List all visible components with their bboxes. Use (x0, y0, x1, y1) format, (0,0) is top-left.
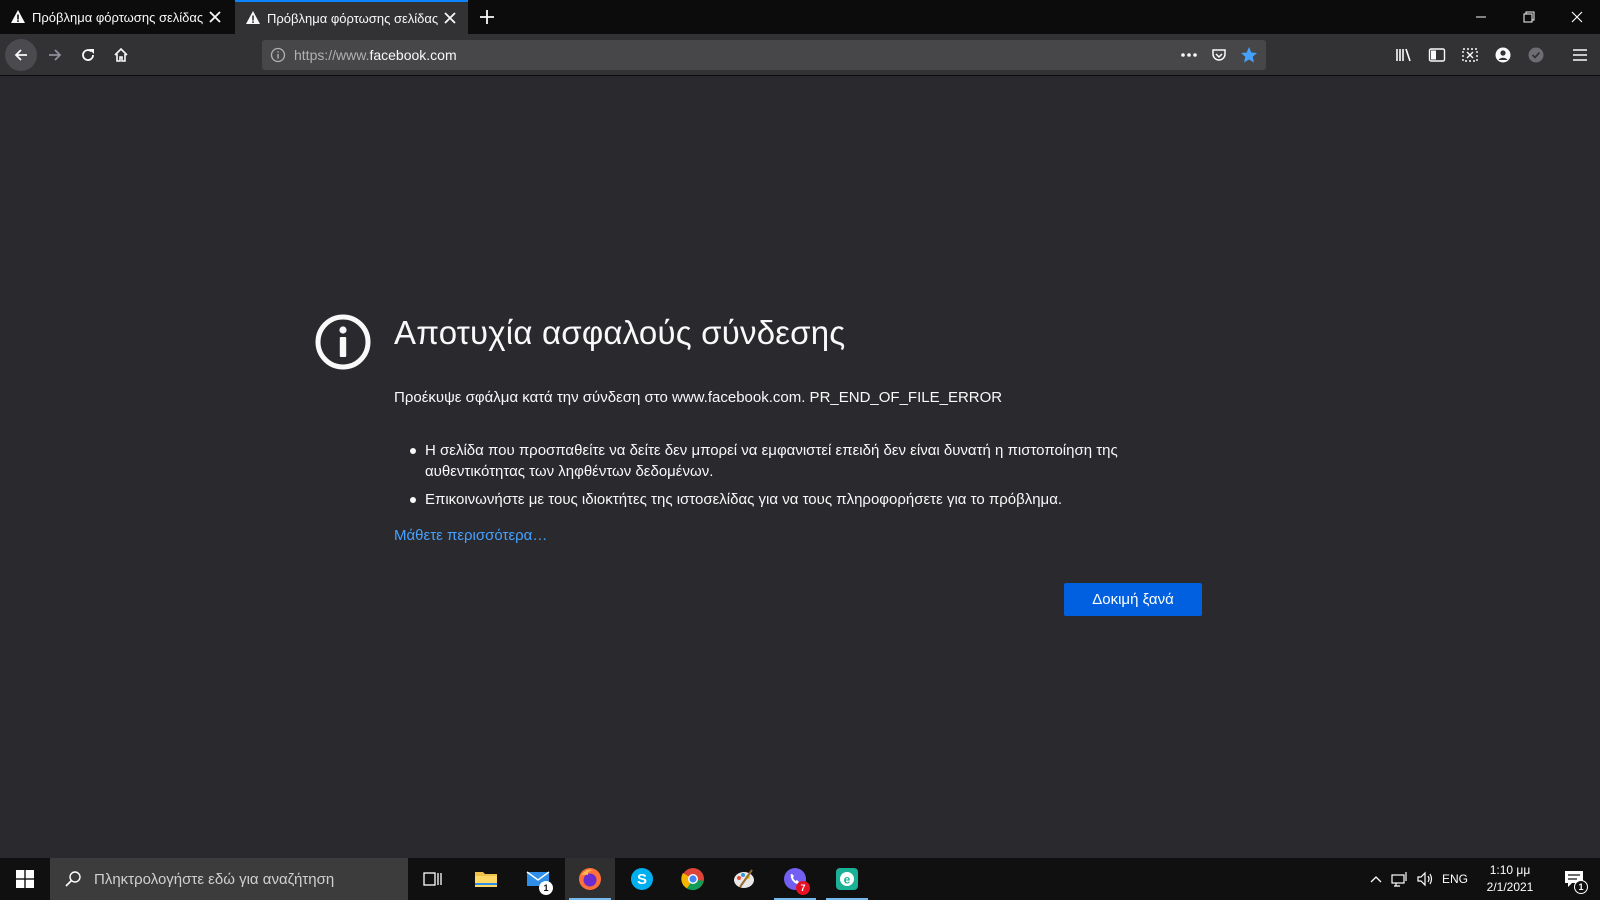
windows-logo-icon (16, 870, 34, 888)
error-bullet-list: Η σελίδα που προσπαθείτε να δείτε δεν μπ… (410, 440, 1190, 517)
reload-icon (82, 49, 94, 61)
url-bar[interactable]: https://www.facebook.com (262, 40, 1266, 70)
notifications-badge: 1 (1574, 880, 1588, 894)
restore-icon[interactable] (1506, 0, 1552, 34)
library-button[interactable] (1392, 43, 1416, 67)
info-circle-icon (315, 314, 371, 370)
taskbar-search-box[interactable]: Πληκτρολογήστε εδώ για αναζήτηση (50, 858, 408, 900)
minimize-icon[interactable] (1458, 0, 1504, 34)
extension-check-icon (1528, 47, 1544, 63)
warning-icon (246, 11, 260, 24)
search-placeholder: Πληκτρολογήστε εδώ για αναζήτηση (94, 870, 335, 888)
task-view-button[interactable] (408, 858, 458, 900)
network-button[interactable] (1388, 858, 1412, 900)
library-icon (1396, 48, 1411, 62)
tab-title: Πρόβλημα φόρτωσης σελίδας (32, 9, 204, 25)
file-explorer-button[interactable] (461, 858, 511, 900)
edge-button[interactable]: e (822, 858, 872, 900)
list-item: Επικοινωνήστε με τους ιδιοκτήτες της ιστ… (410, 489, 1190, 510)
chrome-button[interactable] (668, 858, 718, 900)
url-text[interactable]: https://www.facebook.com (294, 47, 1176, 63)
menu-button[interactable] (1568, 43, 1592, 67)
volume-button[interactable] (1412, 858, 1438, 900)
account-button[interactable] (1491, 43, 1515, 67)
skype-icon: S (631, 868, 653, 890)
close-tab-icon[interactable] (442, 10, 458, 26)
learn-more-link[interactable]: Μάθετε περισσότερα… (394, 527, 547, 544)
tab-2[interactable]: Πρόβλημα φόρτωσης σελίδας (235, 0, 468, 34)
error-page: Αποτυχία ασφαλούς σύνδεσης Προέκυψε σφάλ… (0, 76, 1600, 858)
clock-time: 1:10 μμ (1489, 863, 1531, 877)
home-button[interactable] (105, 39, 137, 71)
windows-taskbar: Πληκτρολογήστε εδώ για αναζήτηση 1 S 7 e (0, 858, 1600, 900)
close-window-icon[interactable] (1554, 0, 1600, 34)
firefox-taskbar-button[interactable] (565, 858, 615, 900)
page-actions-button[interactable] (1176, 42, 1202, 68)
mail-app-button[interactable]: 1 (513, 858, 563, 900)
error-title: Αποτυχία ασφαλούς σύνδεσης (394, 314, 846, 351)
pocket-icon (1212, 49, 1226, 61)
task-view-icon (423, 872, 442, 886)
screenshot-icon (1462, 48, 1478, 62)
show-hidden-icons-button[interactable] (1364, 858, 1388, 900)
action-center-button[interactable]: 1 (1556, 858, 1592, 900)
firefox-icon (579, 868, 601, 890)
speaker-icon (1417, 871, 1433, 887)
navigation-toolbar: https://www.facebook.com (0, 34, 1600, 76)
skype-button[interactable]: S (617, 858, 667, 900)
extension-button[interactable] (1524, 43, 1548, 67)
close-tab-icon[interactable] (207, 9, 223, 25)
warning-icon (11, 10, 25, 23)
tab-strip: Πρόβλημα φόρτωσης σελίδας Πρόβλημα φόρτω… (0, 0, 1600, 34)
home-icon (114, 47, 128, 62)
search-icon (65, 871, 81, 887)
new-tab-plus-icon[interactable] (474, 4, 500, 30)
forward-arrow-icon (49, 49, 62, 61)
edge-icon: e (836, 868, 858, 890)
svg-text:e: e (844, 873, 851, 887)
more-dots-icon (1181, 53, 1197, 57)
pocket-button[interactable] (1206, 42, 1232, 68)
paint-app-button[interactable] (719, 858, 769, 900)
url-prefix: https://www. (294, 47, 370, 63)
language-indicator[interactable]: ENG (1440, 858, 1470, 900)
account-icon (1495, 47, 1511, 63)
svg-text:S: S (637, 871, 647, 888)
paint-palette-icon (734, 869, 754, 888)
sidebar-button[interactable] (1425, 43, 1449, 67)
info-icon[interactable] (270, 47, 286, 63)
chevron-up-icon (1370, 876, 1382, 883)
forward-button[interactable] (39, 39, 71, 71)
reload-button[interactable] (72, 39, 104, 71)
tab-1[interactable]: Πρόβλημα φόρτωσης σελίδας (0, 0, 233, 34)
tab-title: Πρόβλημα φόρτωσης σελίδας (267, 10, 439, 26)
back-button[interactable] (5, 39, 37, 71)
clock-date: 2/1/2021 (1486, 880, 1534, 894)
list-item: Η σελίδα που προσπαθείτε να δείτε δεν μπ… (410, 440, 1190, 482)
try-again-button[interactable]: Δοκιμή ξανά (1064, 583, 1202, 616)
bookmark-star-button[interactable] (1236, 42, 1262, 68)
start-button[interactable] (0, 858, 50, 900)
viber-button[interactable]: 7 (770, 858, 820, 900)
viber-badge: 7 (796, 881, 810, 895)
chrome-icon (681, 868, 704, 891)
clock[interactable]: 1:10 μμ 2/1/2021 (1468, 862, 1552, 896)
screenshot-button[interactable] (1458, 43, 1482, 67)
folder-icon (475, 872, 497, 887)
error-description: Προέκυψε σφάλμα κατά την σύνδεση στο www… (394, 389, 1003, 406)
star-icon (1241, 47, 1257, 63)
url-domain: facebook.com (369, 47, 457, 63)
back-arrow-icon (14, 49, 27, 61)
hamburger-menu-icon (1573, 49, 1587, 61)
mail-badge: 1 (539, 881, 553, 895)
network-icon (1391, 872, 1407, 887)
sidebar-icon (1428, 48, 1446, 62)
